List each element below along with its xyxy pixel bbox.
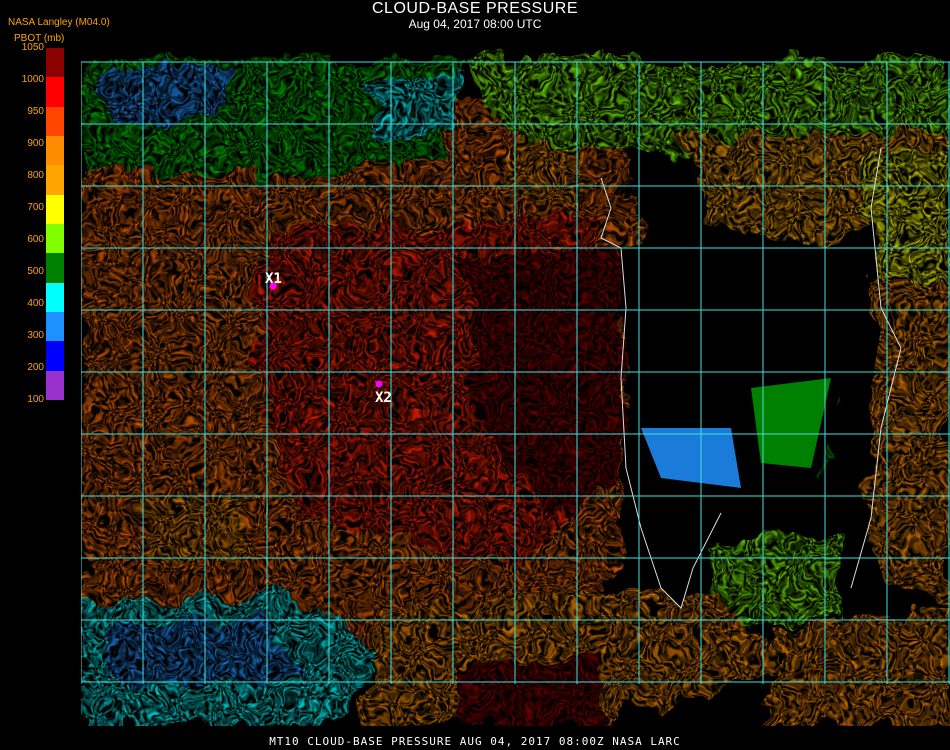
legend-label: 700 [27, 202, 44, 213]
legend-swatch [46, 77, 64, 108]
legend-swatch [46, 106, 64, 137]
marker-x1-label: X1 [265, 271, 282, 287]
marker-x2-dot [375, 380, 383, 388]
marker-x1: X1 [265, 271, 282, 290]
legend-label: 500 [27, 266, 44, 277]
legend-swatch [46, 253, 64, 284]
marker-x2-label: X2 [375, 390, 392, 406]
legend-swatch [46, 194, 64, 225]
legend-label: 1050 [21, 42, 44, 53]
legend-label: 600 [27, 234, 44, 245]
legend-label: 400 [27, 298, 44, 309]
legend-swatch [46, 48, 64, 78]
legend-swatch [46, 165, 64, 196]
cloud-base-pressure-map: X1 X2 [81, 48, 950, 726]
legend-label: 100 [27, 394, 44, 405]
legend-label: 200 [27, 362, 44, 373]
color-legend [46, 48, 64, 401]
legend-label: 1000 [21, 74, 44, 85]
legend-swatch [46, 341, 64, 372]
timestamp: Aug 04, 2017 08:00 UTC [408, 17, 542, 31]
legend-swatch [46, 312, 64, 342]
legend-swatch [46, 370, 64, 401]
legend-label: 300 [27, 330, 44, 341]
page-title: CLOUD-BASE PRESSURE [372, 0, 578, 17]
footer-caption: MT10 CLOUD-BASE PRESSURE AUG 04, 2017 08… [269, 735, 681, 748]
source-label: NASA Langley (M04.0) [8, 17, 110, 28]
legend-label: 950 [27, 106, 44, 117]
legend-swatch [46, 282, 64, 313]
legend-label: 900 [27, 138, 44, 149]
legend-swatch [46, 136, 64, 166]
legend-label: 800 [27, 170, 44, 181]
legend-swatch [46, 224, 64, 254]
